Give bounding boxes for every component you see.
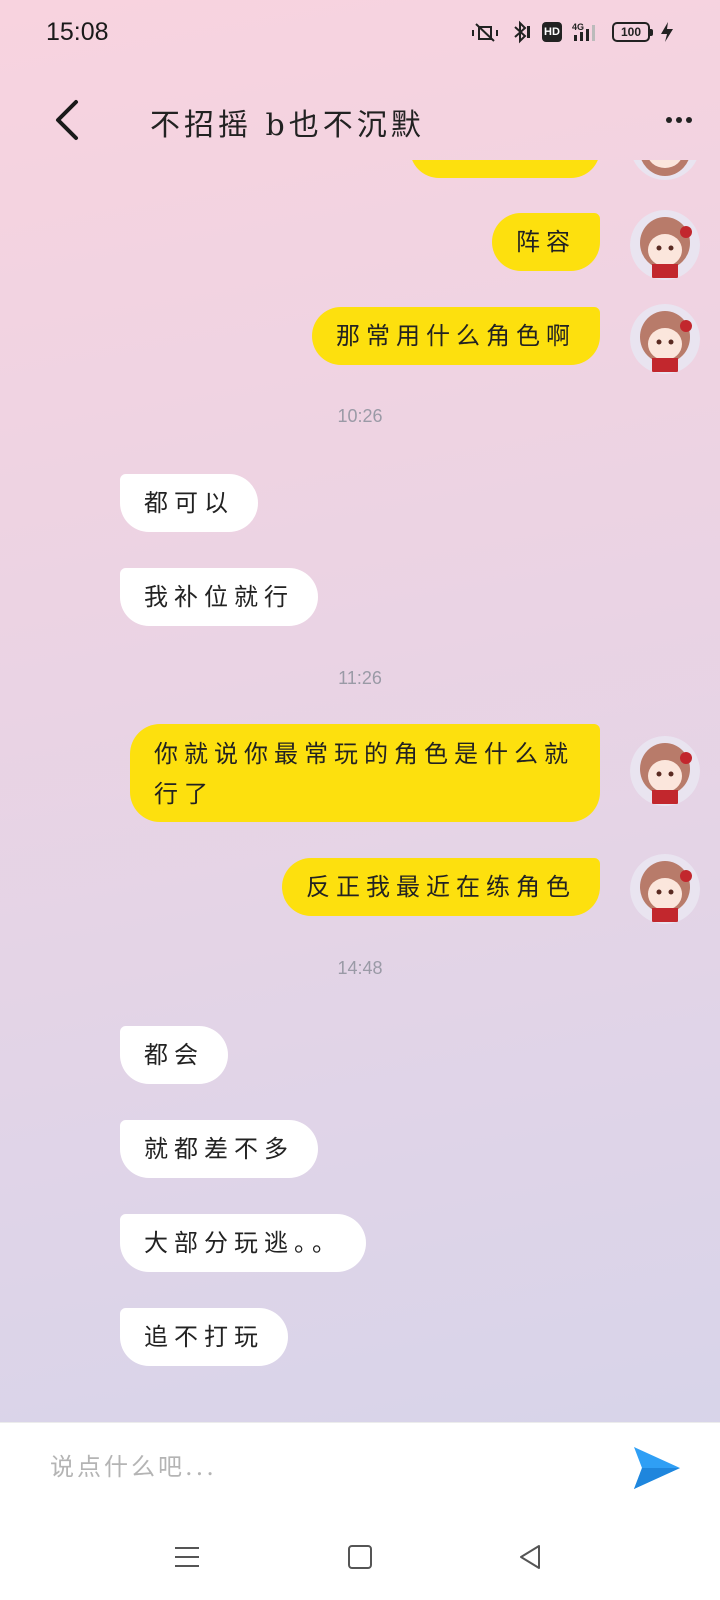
message-bubble-received[interactable]: 追不打玩: [120, 1308, 288, 1366]
battery-icon: 100: [612, 22, 653, 42]
send-icon[interactable]: [630, 1441, 684, 1495]
message-list[interactable]: 阵容 那常用什么角色啊 10:26 都可以 我补位就行 11:26 你就说你最常…: [0, 160, 720, 1422]
avatar[interactable]: [630, 854, 700, 924]
status-bar: 15:08 HD 4G 100: [0, 0, 720, 64]
menu-icon[interactable]: [172, 1542, 202, 1572]
message-bubble-sent[interactable]: 阵容: [492, 213, 600, 271]
more-options-icon[interactable]: [664, 108, 694, 132]
avatar[interactable]: [630, 210, 700, 280]
charging-icon: [661, 22, 673, 42]
message-bubble-received[interactable]: 大部分玩逃。。: [120, 1214, 366, 1272]
chat-title: 不招摇 b也不沉默: [150, 108, 425, 143]
status-time: 15:08: [46, 17, 109, 46]
chat-header: 不招摇 b也不沉默: [0, 80, 720, 160]
avatar[interactable]: [630, 160, 700, 180]
back-arrow-icon[interactable]: [50, 98, 90, 142]
message-bubble-partial: [410, 160, 600, 178]
timestamp: 11:26: [338, 668, 382, 688]
message-bubble-received[interactable]: 都会: [120, 1026, 228, 1084]
timestamp: 14:48: [337, 958, 383, 978]
message-input[interactable]: [50, 1445, 610, 1489]
system-nav-bar: [0, 1512, 720, 1600]
back-icon[interactable]: [515, 1542, 545, 1572]
message-bubble-received[interactable]: 就都差不多: [120, 1120, 318, 1178]
compose-bar: [0, 1422, 720, 1512]
message-bubble-sent[interactable]: 那常用什么角色啊: [312, 307, 600, 365]
message-bubble-sent[interactable]: 反正我最近在练角色: [282, 858, 600, 916]
message-bubble-received[interactable]: 我补位就行: [120, 568, 318, 626]
message-bubble-sent[interactable]: 你就说你最常玩的角色是什么就行了: [130, 724, 600, 822]
signal-4g-icon: 4G: [572, 22, 595, 41]
mute-vibrate-icon: [472, 23, 498, 42]
status-icons: HD 4G 100: [470, 20, 674, 44]
hd-icon: HD: [542, 22, 562, 42]
timestamp: 10:26: [337, 406, 383, 426]
home-icon[interactable]: [345, 1542, 375, 1572]
avatar[interactable]: [630, 304, 700, 374]
message-bubble-received[interactable]: 都可以: [120, 474, 258, 532]
bluetooth-icon: [514, 20, 530, 44]
avatar[interactable]: [630, 736, 700, 806]
svg-text:4G: 4G: [572, 22, 584, 32]
